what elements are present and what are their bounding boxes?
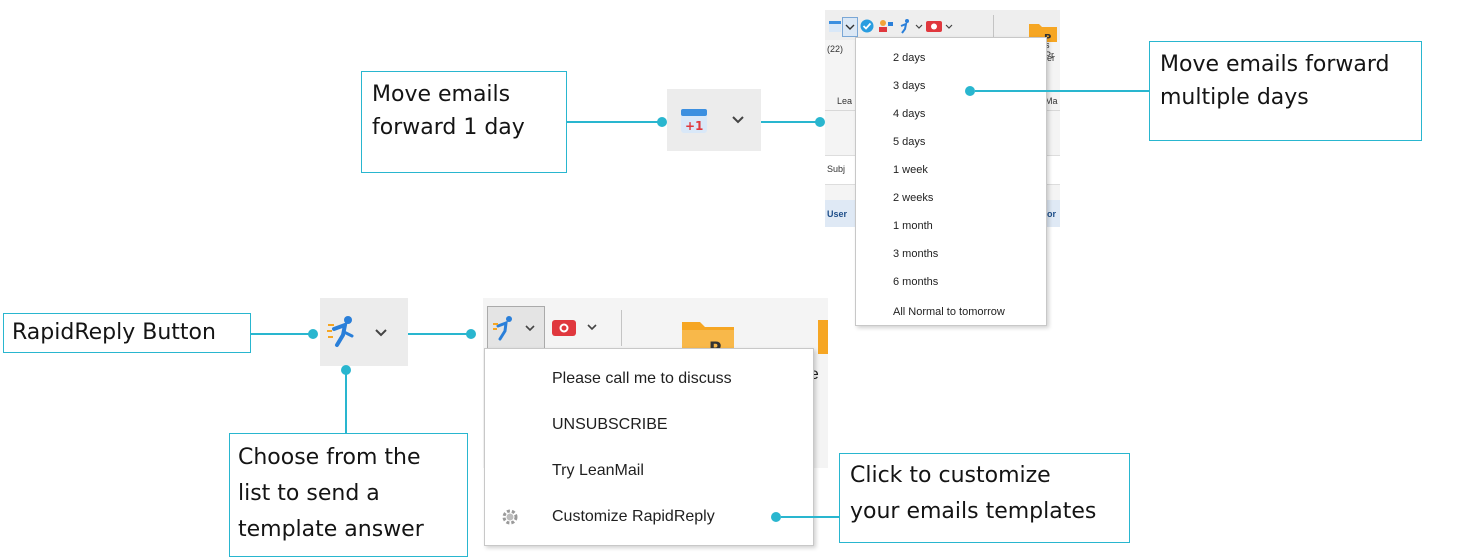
menu-item-4-days[interactable]: 4 days: [893, 108, 925, 120]
connector-line: [251, 333, 313, 335]
chevron-down-icon[interactable]: [945, 24, 953, 30]
callout-forward-1-day-line1: Move emails: [372, 82, 511, 107]
menu-item-1-month[interactable]: 1 month: [893, 220, 933, 232]
menu-item-2-days[interactable]: 2 days: [893, 52, 925, 64]
ribbon-group-label-lea: Lea: [837, 96, 853, 106]
callout-forward-multiple-days: Move emails forward multiple days: [1149, 41, 1422, 141]
gear-icon: [502, 509, 518, 525]
menu-item-try-leanmail[interactable]: Try LeanMail: [552, 462, 644, 480]
callout-customize-templates: Click to customize your emails templates: [839, 453, 1130, 543]
connector-line: [761, 121, 821, 123]
chevron-down-icon[interactable]: [731, 115, 745, 125]
callout-forward-1-day-line2: forward 1 day: [372, 115, 525, 140]
callout-choose-line3: template answer: [238, 517, 424, 542]
callout-multiple-line1: Move emails forward: [1160, 52, 1390, 77]
runner-icon[interactable]: [897, 18, 913, 34]
menu-item-all-normal-to-tomorrow[interactable]: All Normal to tomorrow: [893, 306, 1005, 318]
connector-line: [345, 371, 347, 433]
menu-item-customize-rapidreply[interactable]: Customize RapidReply: [552, 508, 715, 526]
connector-line: [567, 121, 665, 123]
callout-choose-line2: list to send a: [238, 481, 380, 506]
folder-icon-partial: [818, 320, 828, 354]
runner-icon: [493, 316, 512, 341]
calendar-plus-one-icon[interactable]: [828, 19, 842, 33]
callout-multiple-line2: multiple days: [1160, 85, 1309, 110]
connector-dot: [815, 117, 825, 127]
callout-choose-template: Choose from the list to send a template …: [229, 433, 468, 557]
column-header-subject[interactable]: Subj: [827, 164, 845, 174]
rapidreply-button[interactable]: [320, 298, 408, 366]
camera-icon[interactable]: [551, 317, 577, 337]
connector-line: [975, 90, 1149, 92]
runner-icon: [327, 316, 354, 347]
connector-line: [781, 516, 839, 518]
chevron-down-icon[interactable]: [915, 24, 923, 30]
ribbon-fragment-er: er: [1047, 53, 1056, 63]
menu-item-unsubscribe[interactable]: UNSUBSCRIBE: [552, 416, 668, 434]
callout-forward-1-day: Move emails forward 1 day: [361, 71, 567, 173]
connector-dot: [771, 512, 781, 522]
camera-icon[interactable]: [925, 19, 943, 33]
callout-choose-line1: Choose from the: [238, 445, 421, 470]
menu-item-3-days[interactable]: 3 days: [893, 80, 925, 92]
callout-customize-line2: your emails templates: [850, 499, 1097, 524]
menu-item-5-days[interactable]: 5 days: [893, 136, 925, 148]
menu-item-3-months[interactable]: 3 months: [893, 248, 938, 260]
menu-item-2-weeks[interactable]: 2 weeks: [893, 192, 933, 204]
menu-item-6-months[interactable]: 6 months: [893, 276, 938, 288]
menu-item-1-week[interactable]: 1 week: [893, 164, 928, 176]
menu-item-please-call-me[interactable]: Please call me to discuss: [552, 370, 732, 388]
chevron-down-icon[interactable]: [587, 324, 597, 332]
connector-line: [408, 333, 470, 335]
ribbon-separator: [621, 310, 622, 346]
ribbon-separator: [993, 15, 994, 37]
callout-customize-line1: Click to customize: [850, 463, 1051, 488]
row-fragment-user: User: [827, 209, 848, 219]
chevron-down-icon: [845, 24, 855, 30]
connector-dot: [965, 86, 975, 96]
chevron-down-icon[interactable]: [374, 328, 388, 338]
callout-rapidreply-button: RapidReply Button: [3, 313, 251, 353]
connector-dot: [466, 329, 476, 339]
calendar-plus-one-icon: +1: [681, 109, 707, 133]
rapidreply-menu: Please call me to discuss UNSUBSCRIBE Tr…: [484, 348, 814, 546]
forward-1-day-button[interactable]: +1: [667, 89, 761, 151]
unread-count: (22): [827, 44, 844, 54]
forward-days-menu: 2 days 3 days 4 days 5 days 1 week 2 wee…: [855, 37, 1047, 326]
forward-dropdown-toggle[interactable]: [842, 17, 858, 37]
callout-rapidreply-text: RapidReply Button: [12, 320, 216, 345]
svg-text:+1: +1: [685, 119, 703, 133]
people-icon[interactable]: [878, 19, 894, 33]
connector-dot: [657, 117, 667, 127]
connector-dot: [308, 329, 318, 339]
chevron-down-icon[interactable]: [525, 325, 535, 333]
check-circle-icon[interactable]: [860, 19, 874, 33]
rapidreply-split-button[interactable]: [487, 306, 545, 350]
